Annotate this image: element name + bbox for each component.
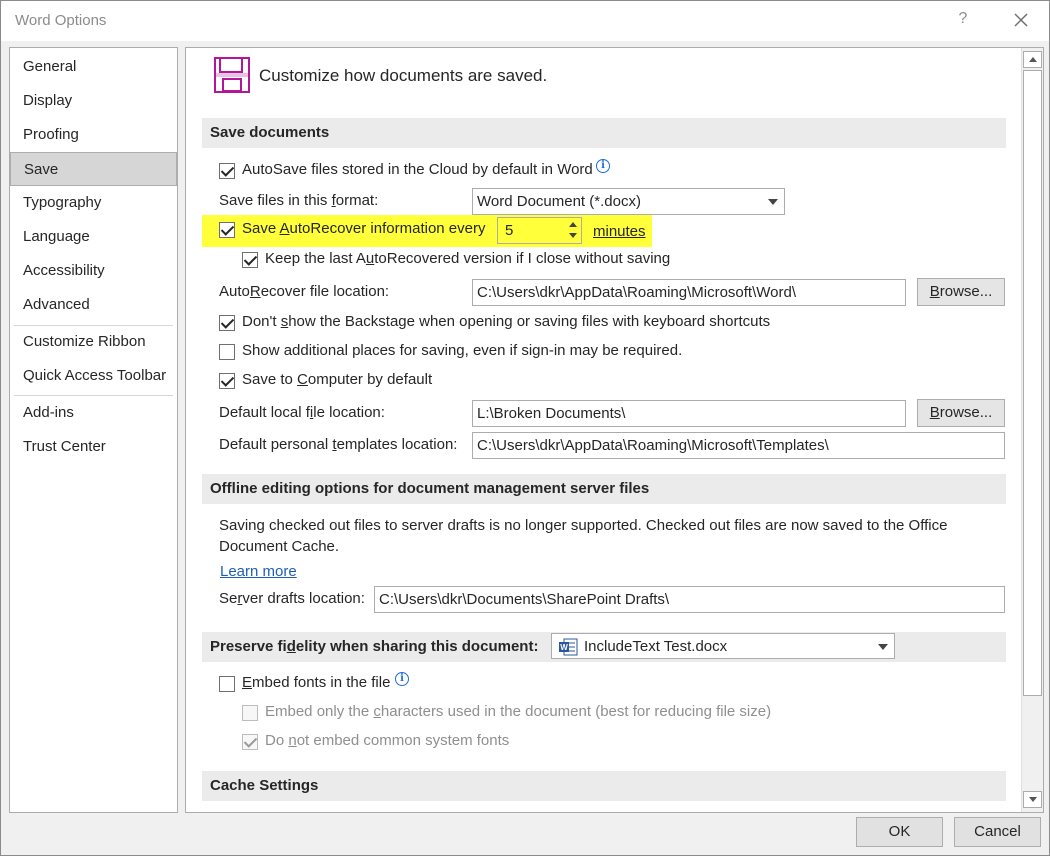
word-document-icon: W bbox=[559, 638, 578, 656]
autorecover-location-input[interactable]: C:\Users\dkr\AppData\Roaming\Microsoft\W… bbox=[472, 279, 906, 306]
section-offline-editing: Offline editing options for document man… bbox=[202, 474, 1006, 504]
embed-fonts-label[interactable]: Embed fonts in the file bbox=[242, 674, 390, 691]
autorecover-minutes-value: 5 bbox=[505, 222, 514, 239]
sidebar-item-language[interactable]: Language bbox=[10, 220, 177, 254]
sidebar-item-proofing[interactable]: Proofing bbox=[10, 118, 177, 152]
chevron-down-icon bbox=[768, 199, 778, 205]
ok-button[interactable]: OK bbox=[856, 817, 943, 847]
no-backstage-label[interactable]: Don't show the Backstage when opening or… bbox=[242, 313, 770, 330]
sidebar-item-add-ins[interactable]: Add-ins bbox=[10, 396, 177, 430]
dialog-title: Word Options bbox=[15, 12, 107, 29]
autorecover-location-label: AutoRecover file location: bbox=[219, 283, 390, 300]
save-floppy-icon bbox=[214, 57, 250, 93]
offline-notice-line-1: Saving checked out files to server draft… bbox=[219, 517, 948, 534]
cancel-button[interactable]: Cancel bbox=[954, 817, 1041, 847]
server-drafts-label: Server drafts location: bbox=[219, 590, 365, 607]
info-icon[interactable]: i bbox=[596, 159, 610, 173]
spin-buttons[interactable] bbox=[567, 219, 579, 242]
no-backstage-checkbox[interactable] bbox=[219, 315, 235, 331]
autorecover-checkbox[interactable] bbox=[219, 222, 235, 238]
section-cache-settings: Cache Settings bbox=[202, 771, 1006, 801]
scroll-down-icon bbox=[1029, 797, 1037, 802]
spin-up-icon[interactable] bbox=[569, 222, 577, 227]
info-icon[interactable]: i bbox=[395, 672, 409, 686]
chevron-down-icon bbox=[878, 644, 888, 650]
save-format-dropdown[interactable]: Word Document (*.docx) bbox=[472, 188, 785, 215]
save-computer-label[interactable]: Save to Computer by default bbox=[242, 371, 432, 388]
word-options-dialog: Word Options ? General Display Proofing … bbox=[0, 0, 1050, 856]
scroll-down-button[interactable] bbox=[1023, 791, 1042, 808]
vertical-scrollbar[interactable] bbox=[1021, 48, 1043, 812]
spin-down-icon[interactable] bbox=[569, 233, 577, 238]
sidebar-item-trust-center[interactable]: Trust Center bbox=[10, 430, 177, 464]
sidebar-item-accessibility[interactable]: Accessibility bbox=[10, 254, 177, 288]
browse-autorecover-button[interactable]: Browse... bbox=[917, 278, 1005, 306]
close-icon bbox=[1014, 13, 1028, 27]
sidebar-item-save[interactable]: Save bbox=[10, 152, 177, 186]
autosave-label[interactable]: AutoSave files stored in the Cloud by de… bbox=[242, 161, 593, 178]
autosave-checkbox[interactable] bbox=[219, 163, 235, 179]
close-button[interactable] bbox=[1008, 7, 1034, 33]
scroll-thumb[interactable] bbox=[1023, 70, 1042, 696]
sidebar-item-customize-ribbon[interactable]: Customize Ribbon bbox=[10, 325, 177, 359]
additional-places-checkbox[interactable] bbox=[219, 344, 235, 360]
sidebar-item-general[interactable]: General bbox=[10, 50, 177, 84]
embed-only-label[interactable]: Embed only the characters used in the do… bbox=[265, 703, 771, 720]
templates-label: Default personal templates location: bbox=[219, 436, 458, 453]
templates-location-input[interactable]: C:\Users\dkr\AppData\Roaming\Microsoft\T… bbox=[472, 432, 1005, 459]
no-common-fonts-checkbox[interactable] bbox=[242, 734, 258, 750]
no-common-fonts-label[interactable]: Do not embed common system fonts bbox=[265, 732, 509, 749]
default-local-label: Default local file location: bbox=[219, 404, 385, 421]
server-drafts-input[interactable]: C:\Users\dkr\Documents\SharePoint Drafts… bbox=[374, 586, 1005, 613]
fidelity-document-value: IncludeText Test.docx bbox=[584, 638, 728, 655]
page-header: Customize how documents are saved. bbox=[259, 66, 548, 85]
default-local-input[interactable]: L:\Broken Documents\ bbox=[472, 400, 906, 427]
save-format-value: Word Document (*.docx) bbox=[477, 193, 641, 210]
save-options-panel: Customize how documents are saved. Save … bbox=[185, 47, 1044, 813]
minutes-label: minutes bbox=[593, 223, 646, 240]
title-bar: Word Options ? bbox=[1, 1, 1049, 41]
browse-local-button[interactable]: Browse... bbox=[917, 399, 1005, 427]
embed-fonts-checkbox[interactable] bbox=[219, 676, 235, 692]
format-label: Save files in this format: bbox=[219, 192, 379, 209]
sidebar-item-typography[interactable]: Typography bbox=[10, 186, 177, 220]
autorecover-label[interactable]: Save AutoRecover information every bbox=[242, 220, 485, 237]
keep-last-checkbox[interactable] bbox=[242, 252, 258, 268]
save-computer-checkbox[interactable] bbox=[219, 373, 235, 389]
keep-last-label[interactable]: Keep the last AutoRecovered version if I… bbox=[265, 250, 670, 267]
section-save-documents: Save documents bbox=[202, 118, 1006, 148]
fidelity-document-dropdown[interactable]: W IncludeText Test.docx bbox=[551, 633, 895, 659]
sidebar-item-advanced[interactable]: Advanced bbox=[10, 288, 177, 322]
sidebar-item-quick-access-toolbar[interactable]: Quick Access Toolbar bbox=[10, 359, 177, 393]
scroll-up-button[interactable] bbox=[1023, 51, 1042, 68]
svg-text:W: W bbox=[560, 643, 568, 652]
additional-places-label[interactable]: Show additional places for saving, even … bbox=[242, 342, 682, 359]
category-sidebar: General Display Proofing Save Typography… bbox=[9, 47, 178, 813]
offline-notice-line-2: Document Cache. bbox=[219, 538, 340, 555]
learn-more-link[interactable]: Learn more bbox=[220, 563, 297, 580]
sidebar-item-display[interactable]: Display bbox=[10, 84, 177, 118]
help-button[interactable]: ? bbox=[952, 10, 974, 32]
scroll-up-icon bbox=[1029, 57, 1037, 62]
autorecover-minutes-stepper[interactable]: 5 bbox=[497, 217, 582, 244]
embed-only-checkbox[interactable] bbox=[242, 705, 258, 721]
